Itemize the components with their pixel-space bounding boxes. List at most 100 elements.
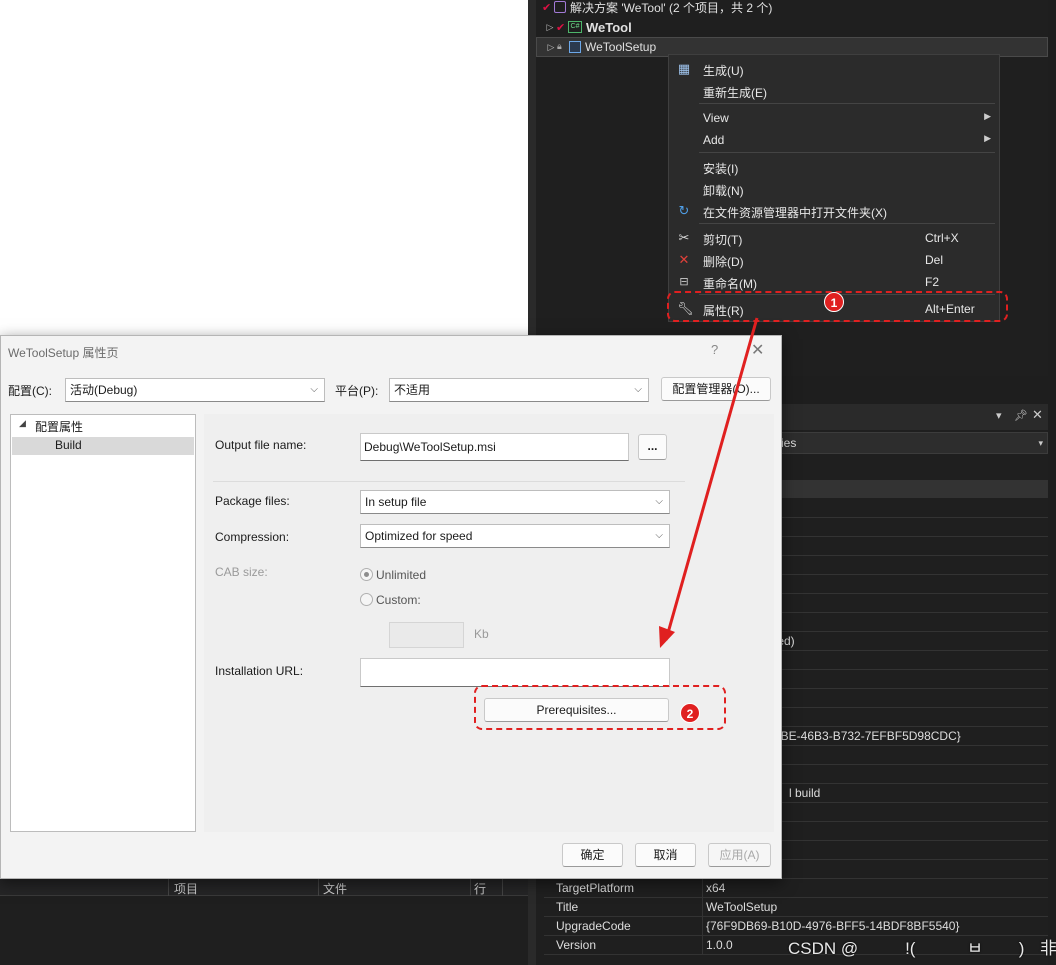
custom-label: Custom: [376,593,421,607]
menu-label: 卸载(N) [703,184,744,198]
menu-item-install[interactable]: 安装(I) [669,156,999,178]
refresh-arrow-icon: ↻ [678,203,690,218]
menu-shortcut: F2 [925,275,940,289]
solution-label: 解决方案 'WeTool' (2 个项目，共 2 个) [570,0,773,15]
chevron-down-icon: ▾ [1038,438,1043,448]
menu-shortcut: Del [925,253,944,267]
property-value: 1.0.0 [706,938,733,952]
output-file-input[interactable]: Debug\WeToolSetup.msi [360,433,629,461]
menu-item-rename[interactable]: ⊟ 重命名(M) F2 [669,271,999,293]
menu-item-open-folder[interactable]: ↻ 在文件资源管理器中打开文件夹(X) [669,200,999,222]
property-name: Version [556,938,597,952]
context-menu: ▦ 生成(U) 重新生成(E) View ▶ Add ▶ 安装(I) 卸载(N)… [668,54,1000,322]
tree-project-wetool[interactable]: ▷ ✔ C# WeTool [536,17,1048,37]
property-name: TargetPlatform [556,881,635,895]
package-files-value: In setup file [365,495,427,509]
check-icon: ✔ [542,2,552,14]
expand-arrow-icon[interactable]: ▷ [545,42,557,53]
browse-button[interactable]: ... [638,434,667,460]
scissors-icon: ✂ [678,230,690,245]
compression-select[interactable]: Optimized for speed ⌵ [360,524,670,548]
chevron-down-icon: ⌵ [655,530,663,541]
platform-select[interactable]: 不适用 ⌵ [389,378,649,402]
chevron-down-icon: ⌵ [310,384,318,395]
settings-area [204,414,774,832]
package-files-label: Package files: [215,494,290,508]
platform-value: 不适用 [394,383,431,397]
column-file[interactable]: 文件 [323,880,347,897]
tree-item-build[interactable]: Build [55,438,82,452]
dropdown-icon[interactable]: ▾ [996,409,1002,422]
ok-button[interactable]: 确定 [562,843,623,867]
step-badge-1: 1 [824,292,844,312]
column-project[interactable]: 项目 [174,880,198,897]
kb-label: Kb [474,627,489,641]
menu-item-rebuild[interactable]: 重新生成(E) [669,80,999,102]
menu-label: 在文件资源管理器中打开文件夹(X) [703,206,887,220]
menu-label: 重新生成(E) [703,86,767,100]
config-manager-button[interactable]: 配置管理器(O)... [661,377,771,401]
chevron-down-icon: ⌵ [634,384,642,395]
menu-item-build[interactable]: ▦ 生成(U) [669,58,999,80]
tree-solution[interactable]: ✔ 解决方案 'WeTool' (2 个项目，共 2 个) [536,0,1048,17]
menu-shortcut: Ctrl+X [925,231,959,245]
build-icon: ▦ [677,61,691,76]
property-value: {76F9DB69-B10D-4976-BFF5-14BDF8BF5540} [706,919,960,933]
config-label: 配置(C): [8,384,52,398]
menu-label: Add [703,133,725,147]
menu-label: 重命名(M) [703,277,757,291]
output-file-label: Output file name: [215,438,307,452]
menu-label: View [703,111,729,125]
custom-size-input[interactable] [389,622,464,648]
config-tree: ◢ 配置属性 Build [10,414,196,832]
menu-item-add[interactable]: Add ▶ [669,129,999,151]
property-value: 4BE-46B3-B732-7EFBF5D98CDC} [774,729,961,743]
tree-item-config-properties[interactable]: 配置属性 [35,418,83,435]
custom-radio[interactable] [360,593,373,606]
property-name: UpgradeCode [556,919,631,933]
project-label: WeToolSetup [585,40,657,54]
property-row-title[interactable]: Title WeToolSetup [544,898,1048,917]
installation-url-label: Installation URL: [215,664,304,678]
cab-size-label: CAB size: [215,565,268,579]
collapse-triangle-icon[interactable]: ◢ [19,418,26,429]
expand-arrow-icon[interactable]: ▷ [544,22,556,33]
solution-icon [554,1,566,13]
config-select[interactable]: 活动(Debug) ⌵ [65,378,325,402]
dialog-title: WeToolSetup 属性页 [8,346,119,360]
package-files-select[interactable]: In setup file ⌵ [360,490,670,514]
close-icon[interactable]: ✕ [1032,407,1043,423]
pin-icon[interactable]: 📌︎ [1014,409,1028,422]
property-value: x64 [706,881,726,895]
unlimited-label: Unlimited [376,568,427,582]
column-line[interactable]: 行 [474,880,486,897]
menu-label: 剪切(T) [703,233,743,247]
installation-url-input[interactable] [360,658,670,687]
editor-area [0,0,528,336]
error-list-pane: 项目 文件 行 [0,878,528,965]
platform-label: 平台(P): [335,384,379,398]
chevron-right-icon: ▶ [984,133,991,143]
compression-label: Compression: [215,530,290,544]
menu-label: 生成(U) [703,64,744,78]
property-value: l build [789,786,821,800]
menu-item-delete[interactable]: ✕ 删除(D) Del [669,249,999,271]
project-label: WeTool [586,19,632,35]
output-file-value: Debug\WeToolSetup.msi [364,440,496,454]
menu-item-view[interactable]: View ▶ [669,107,999,129]
tree-selection [12,437,194,455]
lock-icon: 🔒︎ [557,41,562,51]
unlimited-radio[interactable] [360,568,373,581]
help-button[interactable]: ? [711,342,718,357]
rename-icon: ⊟ [679,276,689,288]
close-button[interactable]: ✕ [751,340,764,360]
menu-item-uninstall[interactable]: 卸载(N) [669,178,999,200]
menu-item-cut[interactable]: ✂ 剪切(T) Ctrl+X [669,227,999,249]
menu-label: 安装(I) [703,162,739,176]
watermark: CSDN @ﾠﾠﾠ!(ﾠﾠﾠ ㅂ ﾠﾠ)ﾠ非常暴躁 [788,939,1056,958]
property-row-targetplatform[interactable]: TargetPlatform x64 [544,879,1048,898]
chevron-right-icon: ▶ [984,111,991,121]
apply-button[interactable]: 应用(A) [708,843,771,867]
cancel-button[interactable]: 取消 [635,843,696,867]
chevron-down-icon: ⌵ [655,496,663,507]
